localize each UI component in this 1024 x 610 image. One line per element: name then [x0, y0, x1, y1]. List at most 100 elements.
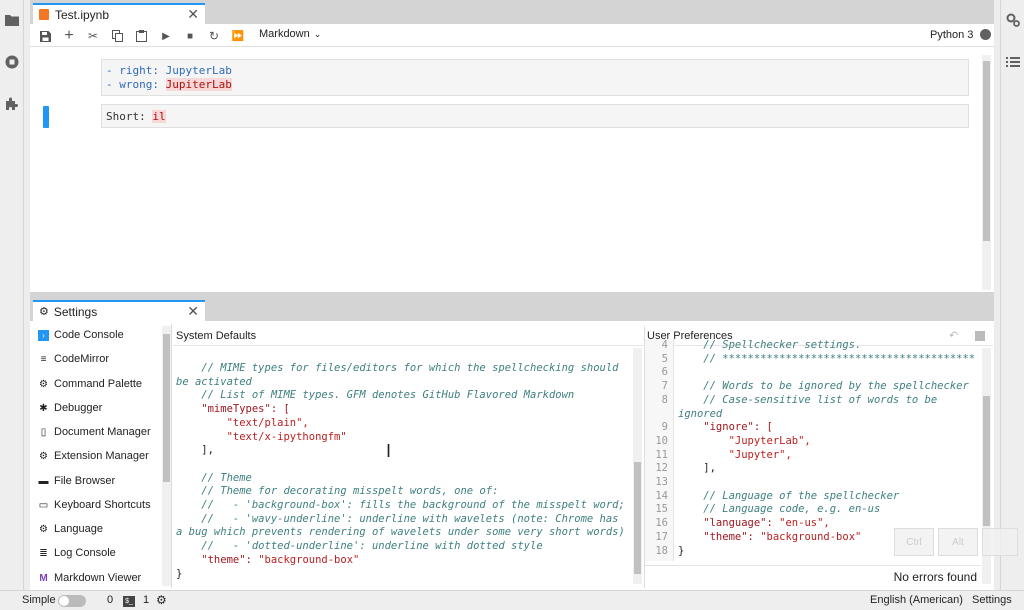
- system-defaults-scrollbar[interactable]: [633, 348, 642, 584]
- plugin-item-code-console[interactable]: › Code Console: [30, 324, 162, 346]
- plugin-label: Language: [54, 523, 103, 535]
- plugin-item-debugger[interactable]: ✱ Debugger: [30, 397, 162, 419]
- markdown-icon: M: [39, 572, 48, 584]
- kernels-count[interactable]: 1: [143, 594, 149, 606]
- plugin-item-file-browser[interactable]: ▬ File Browser: [30, 470, 162, 492]
- table-of-contents-icon[interactable]: [1005, 54, 1021, 70]
- folder-icon[interactable]: [4, 12, 20, 28]
- code-line: // MIME types for files/editors for whic…: [176, 362, 619, 374]
- plugin-label: Document Manager: [54, 426, 151, 438]
- code-line: "Jupyter",: [678, 448, 792, 461]
- extensions-icon[interactable]: [4, 96, 20, 112]
- run-all-icon[interactable]: ⏩: [230, 28, 246, 44]
- json-key: "theme":: [678, 530, 761, 543]
- code-line: a bug which prevents rendering of wavele…: [176, 526, 625, 539]
- system-defaults-editor[interactable]: // MIME types for files/editors for whic…: [176, 362, 632, 584]
- status-bar: Simple 0 $_ 1 ⚙ English (American) Setti…: [0, 590, 1024, 610]
- code-line: "text/x-ipythongfm": [176, 430, 347, 443]
- code-line: // - 'background-box': fills the backgro…: [176, 499, 625, 512]
- scrollbar-thumb[interactable]: [983, 396, 990, 526]
- stop-icon[interactable]: ■: [182, 28, 198, 44]
- plugin-list: › Code Console ≡ CodeMirror ⚙ Command Palet…: [30, 324, 172, 588]
- plugin-item-markdown-viewer[interactable]: M Markdown Viewer: [30, 567, 162, 589]
- plugin-item-command-palette[interactable]: ⚙ Command Palette: [30, 373, 162, 395]
- simple-mode-toggle[interactable]: [58, 595, 86, 607]
- key-overlay-alt: Alt: [938, 528, 978, 556]
- tab-settings[interactable]: ⚙ Settings ✕: [33, 300, 205, 321]
- plugin-item-language[interactable]: ⚙ Language: [30, 518, 162, 540]
- settings-status-item[interactable]: Settings: [972, 594, 1012, 606]
- scrollbar-thumb[interactable]: [634, 462, 641, 574]
- plugin-item-codemirror[interactable]: ≡ CodeMirror: [30, 348, 162, 370]
- plugin-item-document-manager[interactable]: ▯ Document Manager: [30, 421, 162, 443]
- key-overlay-ctrl: Ctrl: [894, 528, 934, 556]
- run-icon[interactable]: ▶: [158, 28, 174, 44]
- plugin-label: Log Console: [54, 547, 116, 559]
- plugin-item-keyboard-shortcuts[interactable]: ▭ Keyboard Shortcuts: [30, 494, 162, 516]
- line-number-gutter: 45678 9 10 11 12 13 14 15 16 17 18: [645, 339, 674, 561]
- plugin-label: Markdown Viewer: [54, 572, 142, 584]
- close-icon[interactable]: ✕: [187, 303, 199, 320]
- code-line: // Spellchecker settings.: [678, 339, 862, 351]
- running-sessions-icon[interactable]: [4, 54, 20, 70]
- line-number: 12: [655, 462, 668, 475]
- keyboard-icon: ▭: [38, 499, 49, 511]
- notebook-toolbar: + ✂ ▶ ■ ↻ ⏩ Markdown ⌄ Python 3: [30, 24, 994, 47]
- plugin-label: Code Console: [54, 329, 124, 341]
- cell-line: - right: JupyterLab: [106, 64, 964, 78]
- line-number: 15: [655, 503, 668, 516]
- add-cell-icon[interactable]: +: [61, 27, 77, 44]
- right-sidebar: [1000, 0, 1024, 590]
- scrollbar-thumb[interactable]: [983, 61, 990, 241]
- markdown-cell-2[interactable]: Short: il: [101, 104, 969, 128]
- plugin-label: Command Palette: [54, 378, 143, 390]
- code-line: // List of MIME types. GFM denotes GitHu…: [176, 389, 575, 402]
- property-inspector-gears-icon[interactable]: [1005, 12, 1021, 28]
- cell-line: - wrong: JupiterLab: [106, 78, 964, 92]
- plugin-item-log-console[interactable]: ≣ Log Console: [30, 542, 162, 564]
- toggle-knob: [59, 596, 69, 606]
- gear-icon: ⚙: [39, 306, 49, 318]
- console-icon: ›: [38, 329, 49, 341]
- cell-type-select[interactable]: Markdown ⌄: [259, 28, 321, 40]
- line-number: 5: [661, 352, 668, 365]
- plugin-label: Keyboard Shortcuts: [54, 499, 151, 511]
- tab-title: Settings: [53, 304, 98, 319]
- plugin-list-scrollbar[interactable]: [162, 326, 171, 586]
- scrollbar-thumb[interactable]: [163, 334, 170, 482]
- tab-test-notebook[interactable]: Test.ipynb ✕: [33, 3, 205, 24]
- save-icon[interactable]: [37, 28, 53, 44]
- folder-icon: ▬: [38, 475, 49, 487]
- json-value: "background-box": [258, 553, 360, 566]
- restart-icon[interactable]: ↻: [206, 28, 222, 44]
- user-preferences-editor[interactable]: // Spellchecker settings. // ***********…: [678, 339, 980, 561]
- paste-icon[interactable]: [133, 28, 149, 44]
- copy-icon[interactable]: [109, 28, 125, 44]
- close-icon[interactable]: ✕: [187, 6, 199, 23]
- kernel-name[interactable]: Python 3: [930, 29, 973, 41]
- notebook-scrollbar[interactable]: [982, 55, 991, 290]
- line-number: 11: [655, 448, 668, 461]
- terminals-count[interactable]: 0: [107, 594, 113, 606]
- code-line: }: [678, 544, 685, 557]
- plugin-label: File Browser: [54, 475, 116, 487]
- validation-status: No errors found: [893, 570, 977, 584]
- cut-icon[interactable]: ✂: [85, 28, 101, 44]
- markdown-cell-1[interactable]: - right: JupyterLab - wrong: JupiterLab: [101, 59, 969, 96]
- language-indicator[interactable]: English (American): [870, 594, 963, 606]
- code-line: ],: [678, 462, 716, 475]
- plugin-item-extension-manager[interactable]: ⚙ Extension Manager: [30, 445, 162, 467]
- json-value: "background-box": [760, 530, 862, 543]
- text-cursor-icon: I: [386, 441, 392, 461]
- settings-tab-bar: ⚙ Settings ✕: [30, 297, 994, 321]
- terminal-icon: $_: [123, 596, 135, 607]
- line-number: 7: [661, 380, 668, 393]
- line-number: 17: [655, 530, 668, 543]
- code-line: "JupyterLab",: [678, 434, 811, 447]
- line-number: [645, 408, 668, 422]
- code-line: // - 'dotted-underline': underline with …: [176, 540, 543, 553]
- left-sidebar: [0, 0, 24, 590]
- json-value: "en-us",: [779, 517, 830, 530]
- line-number: 14: [655, 489, 668, 502]
- kernel-chip-icon: ⚙: [156, 593, 167, 607]
